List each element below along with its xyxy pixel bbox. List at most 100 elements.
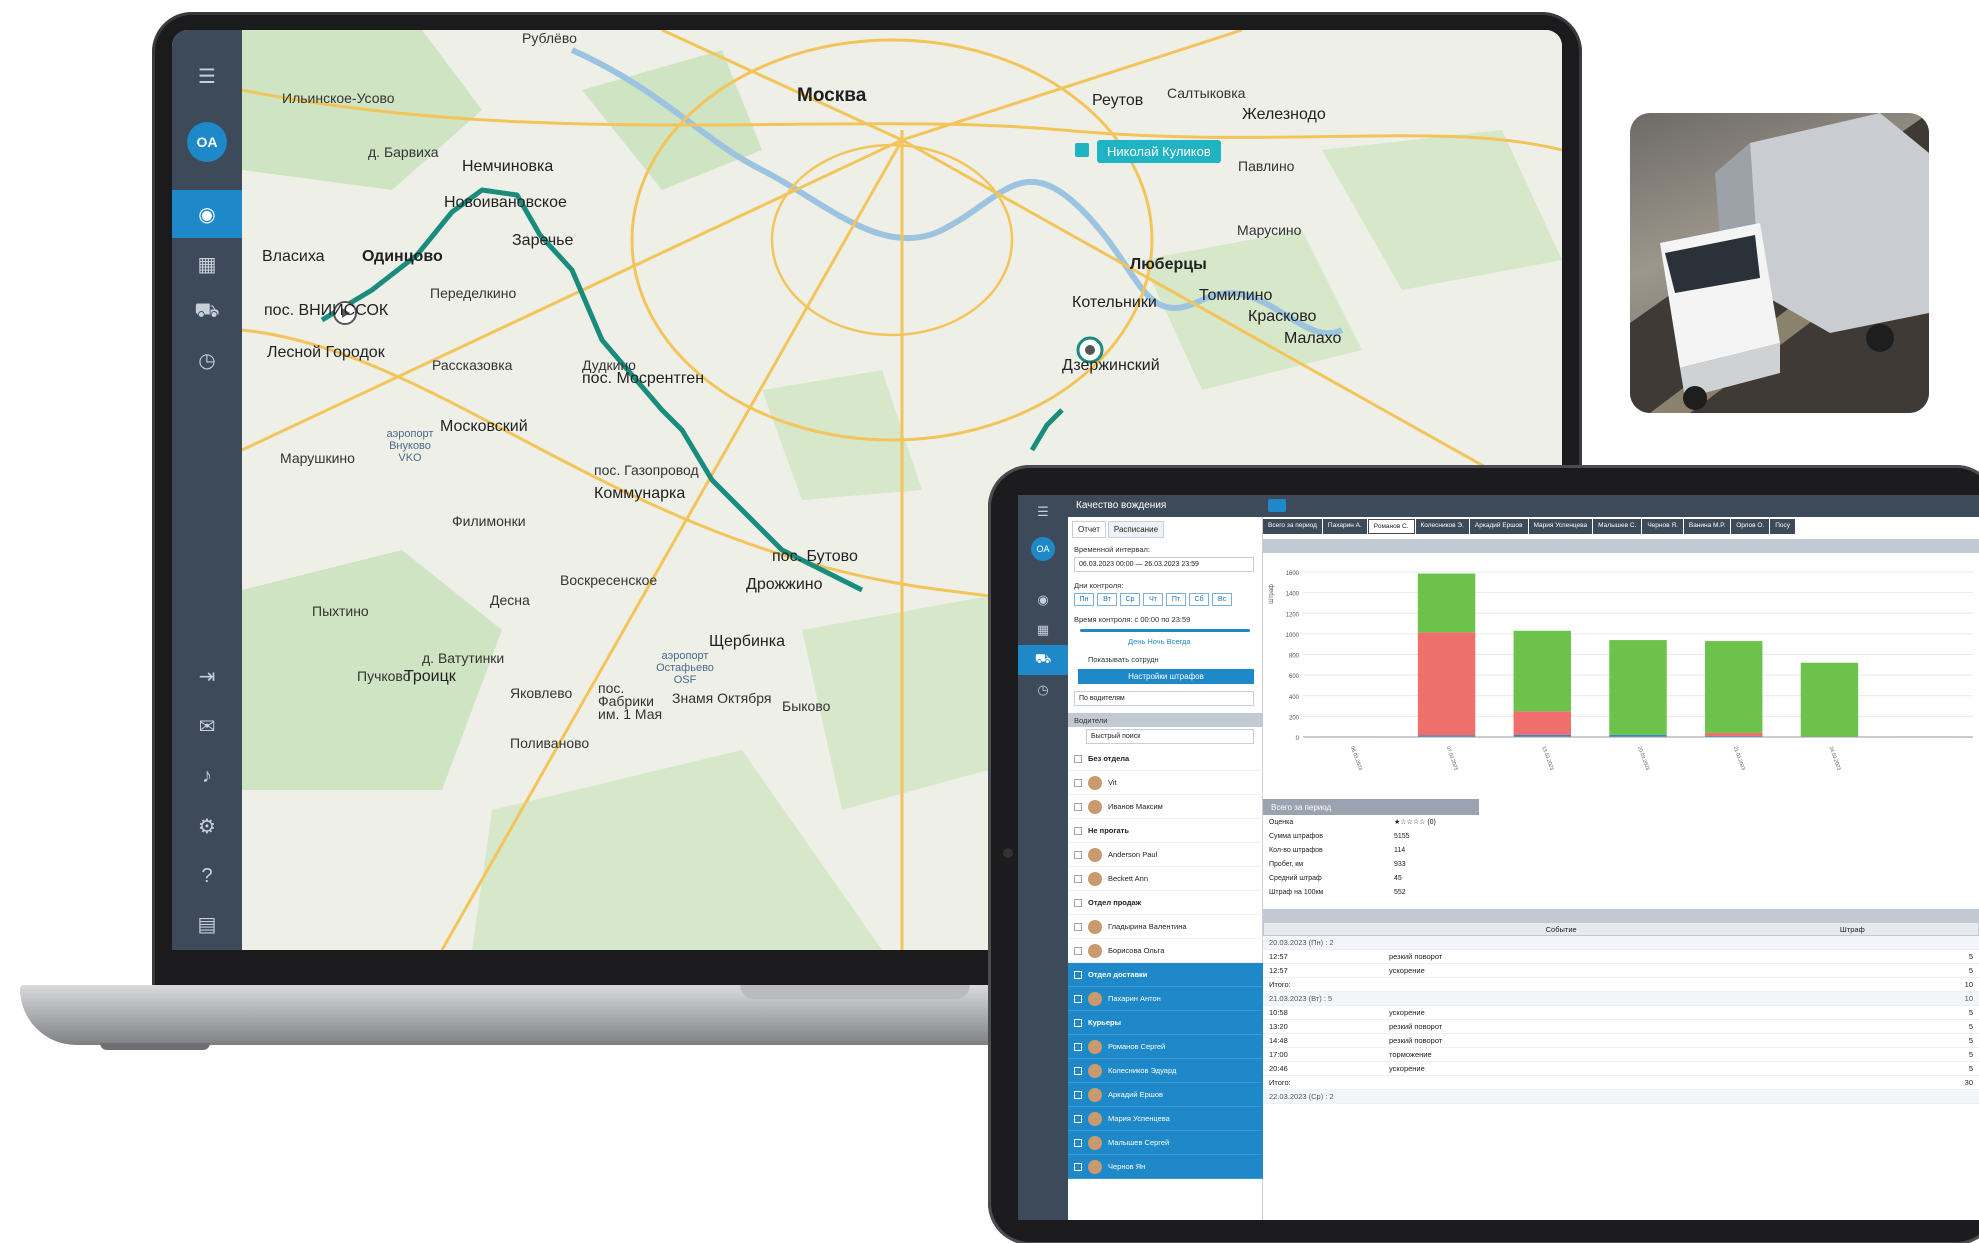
- checkbox[interactable]: [1074, 898, 1082, 907]
- bell-icon[interactable]: ♪: [172, 752, 242, 800]
- chart-bar[interactable]: [1705, 732, 1763, 736]
- menu-icon[interactable]: ☰: [1018, 497, 1068, 527]
- checkbox[interactable]: [1074, 850, 1082, 859]
- help-icon[interactable]: ?: [172, 852, 242, 900]
- checkbox[interactable]: [1074, 874, 1082, 883]
- clock-icon[interactable]: ◷: [1018, 675, 1068, 705]
- driver-marker[interactable]: [1075, 143, 1089, 157]
- chat-icon[interactable]: ▤: [172, 900, 242, 948]
- driver-item[interactable]: Anderson Paul: [1068, 843, 1263, 867]
- checkbox[interactable]: [1074, 1090, 1082, 1099]
- checkbox[interactable]: [1074, 778, 1082, 787]
- driver-item[interactable]: Мария Успенцева: [1068, 1107, 1263, 1131]
- driver-tab[interactable]: Малышев С.: [1593, 519, 1642, 534]
- events-cell: 5: [1968, 952, 1973, 961]
- driver-tag[interactable]: Николай Куликов: [1097, 140, 1221, 163]
- driver-group[interactable]: Курьеры: [1068, 1011, 1263, 1035]
- driver-tab[interactable]: Колесников Э.: [1415, 519, 1469, 534]
- driver-tab[interactable]: Посу: [1770, 519, 1796, 534]
- chart-bar[interactable]: [1417, 632, 1476, 736]
- exit-icon[interactable]: ⇥: [172, 652, 242, 700]
- driver-group[interactable]: Отдел доставки: [1068, 963, 1263, 987]
- map-label: Пыхтино: [312, 603, 369, 619]
- driver-item[interactable]: Иванов Максим: [1068, 795, 1263, 819]
- checkbox[interactable]: [1074, 970, 1082, 979]
- day-button[interactable]: Вс: [1212, 593, 1232, 606]
- clock-icon[interactable]: ◷: [172, 336, 242, 384]
- globe-icon[interactable]: ◉: [1018, 585, 1068, 615]
- checkbox[interactable]: [1074, 754, 1082, 763]
- chart-bar[interactable]: [1513, 711, 1571, 735]
- group-select[interactable]: По водителям: [1074, 691, 1254, 706]
- driver-tab[interactable]: Чернов Я.: [1642, 519, 1683, 534]
- driver-item[interactable]: Пахарин Антон: [1068, 987, 1263, 1011]
- driver-group[interactable]: Не прогать: [1068, 819, 1263, 843]
- day-button[interactable]: Вт: [1097, 593, 1117, 606]
- checkbox[interactable]: [1074, 1114, 1082, 1123]
- driver-tab[interactable]: Аркадий Ершов: [1469, 519, 1528, 534]
- checkbox[interactable]: [1074, 1138, 1082, 1147]
- driver-tab[interactable]: Всего за период: [1263, 519, 1322, 534]
- chart-bar[interactable]: [1513, 630, 1571, 712]
- day-button[interactable]: Пт: [1166, 593, 1186, 606]
- day-night-toggle[interactable]: День Ночь Всегда: [1128, 637, 1191, 646]
- quick-search-input[interactable]: Быстрый поиск: [1086, 729, 1254, 744]
- report-icon[interactable]: ▦: [1018, 615, 1068, 645]
- avatar[interactable]: OA: [1031, 537, 1055, 561]
- tab-report[interactable]: Отчет: [1072, 521, 1106, 538]
- driver-tab[interactable]: Мария Успенцева: [1528, 519, 1593, 534]
- driver-item[interactable]: Борисова Ольга: [1068, 939, 1263, 963]
- penalty-settings-button[interactable]: Настройки штрафов: [1078, 669, 1254, 684]
- time-slider[interactable]: [1080, 629, 1250, 632]
- day-button[interactable]: Сб: [1189, 593, 1209, 606]
- summary-row: Сумма штрафов 5155: [1263, 829, 1479, 843]
- tab-schedule[interactable]: Расписание: [1107, 521, 1165, 538]
- interval-input[interactable]: 06.03.2023 00:00 — 26.03.2023 23:59: [1074, 557, 1254, 572]
- day-button[interactable]: Пн: [1074, 593, 1094, 606]
- chart-bar[interactable]: [1800, 662, 1859, 737]
- driver-item[interactable]: Гладырина Валентина: [1068, 915, 1263, 939]
- car-icon[interactable]: ⛟: [1018, 645, 1068, 675]
- events-row: 17:00 торможение 5: [1263, 1048, 1979, 1062]
- checkbox[interactable]: [1074, 1162, 1082, 1171]
- driver-tab[interactable]: Орлов О.: [1731, 519, 1770, 534]
- day-button[interactable]: Чт: [1143, 593, 1163, 606]
- globe-icon[interactable]: ◉: [172, 190, 242, 238]
- events-row: Итого: 10: [1263, 978, 1979, 992]
- checkbox[interactable]: [1074, 802, 1082, 811]
- message-icon[interactable]: ✉: [172, 702, 242, 750]
- report-icon[interactable]: ▦: [172, 240, 242, 288]
- driver-item[interactable]: Beckett Ann: [1068, 867, 1263, 891]
- checkbox[interactable]: [1074, 1018, 1082, 1027]
- checkbox[interactable]: [1074, 946, 1082, 955]
- car-icon[interactable]: ⛟: [172, 288, 242, 336]
- driver-item[interactable]: Vit: [1068, 771, 1263, 795]
- checkbox[interactable]: [1074, 1066, 1082, 1075]
- driver-item[interactable]: Чернов Ян: [1068, 1155, 1263, 1179]
- chart-bar[interactable]: [1705, 641, 1763, 733]
- driver-item[interactable]: Романов Сергей: [1068, 1035, 1263, 1059]
- chart-bar[interactable]: [1417, 573, 1476, 633]
- events-cell: 12:57: [1269, 966, 1288, 975]
- avatar[interactable]: OA: [187, 122, 227, 162]
- show-employees-label[interactable]: Показывать сотрудн: [1088, 655, 1159, 664]
- driver-tab[interactable]: Романов С.: [1367, 519, 1415, 534]
- checkbox[interactable]: [1074, 994, 1082, 1003]
- driver-item[interactable]: Малышев Сергей: [1068, 1131, 1263, 1155]
- driver-group[interactable]: Без отдела: [1068, 747, 1263, 771]
- download-icon[interactable]: [1268, 499, 1286, 512]
- menu-icon[interactable]: ☰: [172, 52, 242, 100]
- driver-tab[interactable]: Пахарин А.: [1322, 519, 1367, 534]
- chart-bar[interactable]: [1609, 640, 1667, 735]
- driver-item[interactable]: Колесников Эдуард: [1068, 1059, 1263, 1083]
- driver-name: Гладырина Валентина: [1108, 922, 1187, 931]
- gear-icon[interactable]: ⚙: [172, 802, 242, 850]
- x-tick-label: 13.03.2023: [1540, 746, 1554, 772]
- checkbox[interactable]: [1074, 1042, 1082, 1051]
- driver-group[interactable]: Отдел продаж: [1068, 891, 1263, 915]
- driver-item[interactable]: Аркадий Ершов: [1068, 1083, 1263, 1107]
- checkbox[interactable]: [1074, 922, 1082, 931]
- day-button[interactable]: Ср: [1120, 593, 1140, 606]
- driver-tab[interactable]: Ванина М.Р.: [1683, 519, 1731, 534]
- checkbox[interactable]: [1074, 826, 1082, 835]
